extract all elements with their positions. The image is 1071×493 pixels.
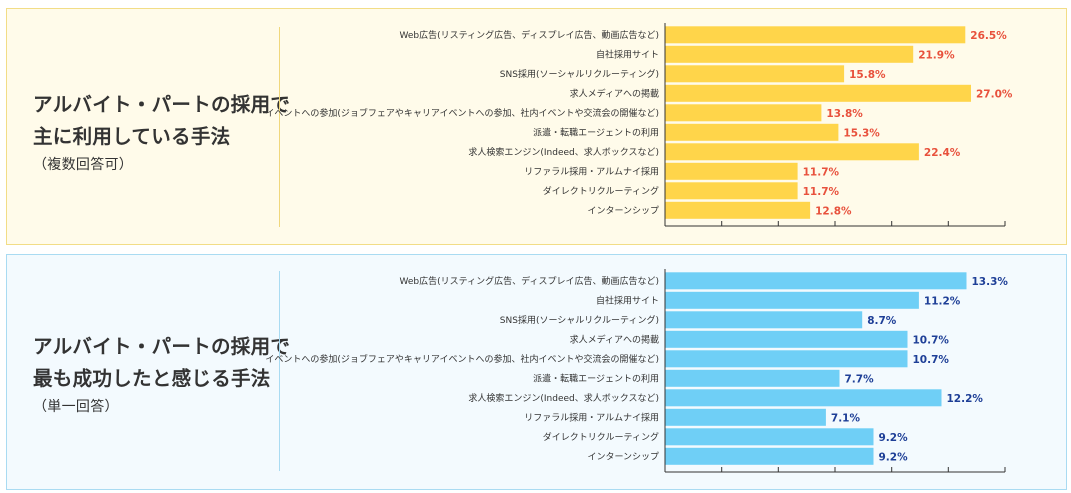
bar bbox=[665, 104, 822, 122]
bar bbox=[665, 447, 874, 465]
bar-chart-most-successful: Web広告(リスティング広告、ディスプレイ広告、動画広告など) 13.3% 自社採用… bbox=[265, 269, 1009, 473]
chart-panel-frequently-used: アルバイト・パートの採用で 主に利用している手法 （複数回答可） Web広告(リ… bbox=[6, 8, 1067, 245]
bar bbox=[665, 26, 966, 44]
data-label: 21.9% bbox=[918, 49, 955, 61]
data-label: 7.1% bbox=[831, 412, 861, 424]
bar bbox=[665, 389, 942, 407]
category-label: 自社採用サイト bbox=[596, 48, 659, 60]
bar bbox=[665, 65, 845, 83]
bar bbox=[665, 143, 919, 161]
category-label: ダイレクトリクルーティング bbox=[543, 185, 659, 197]
bar bbox=[665, 123, 839, 141]
bar bbox=[665, 84, 971, 102]
bar bbox=[665, 272, 967, 290]
data-label: 9.2% bbox=[879, 432, 909, 444]
category-label: 求人メディアへの掲載 bbox=[570, 87, 659, 99]
bar bbox=[665, 428, 874, 446]
category-label: イベントへの参加(ジョブフェアやキャリアイベントへの参加、社内イベントや交流会の… bbox=[265, 353, 659, 365]
bar bbox=[665, 311, 863, 329]
data-label: 10.7% bbox=[913, 354, 950, 366]
bar bbox=[665, 408, 826, 426]
data-label: 11.2% bbox=[924, 295, 961, 307]
category-label: ダイレクトリクルーティング bbox=[543, 431, 659, 443]
category-label: インターンシップ bbox=[587, 451, 659, 462]
category-label: 自社採用サイト bbox=[596, 294, 659, 306]
data-label: 15.8% bbox=[849, 69, 886, 81]
category-label: 求人検索エンジン(Indeed、求人ボックスなど) bbox=[468, 392, 659, 404]
category-label: Web広告(リスティング広告、ディスプレイ広告、動画広告など) bbox=[400, 275, 659, 287]
category-label: 求人検索エンジン(Indeed、求人ボックスなど) bbox=[468, 146, 659, 158]
data-label: 8.7% bbox=[867, 315, 897, 327]
category-label: SNS採用(ソーシャルリクルーティング) bbox=[500, 68, 659, 80]
bar-chart-frequently-used: Web広告(リスティング広告、ディスプレイ広告、動画広告など) 26.5% 自社採用… bbox=[265, 23, 1013, 227]
bar bbox=[665, 330, 908, 348]
data-label: 10.7% bbox=[913, 334, 950, 346]
bar bbox=[665, 162, 798, 180]
data-label: 27.0% bbox=[976, 88, 1013, 100]
data-label: 15.3% bbox=[843, 127, 880, 139]
bar bbox=[665, 291, 919, 309]
data-label: 7.7% bbox=[845, 373, 875, 385]
category-label: リファラル採用・アルムナイ採用 bbox=[524, 165, 659, 177]
category-label: 派遣・転職エージェントの利用 bbox=[533, 126, 659, 138]
bar bbox=[665, 201, 811, 219]
bar bbox=[665, 350, 908, 368]
bar bbox=[665, 45, 914, 63]
data-label: 12.2% bbox=[947, 393, 984, 405]
bar bbox=[665, 182, 798, 200]
data-label: 13.3% bbox=[972, 276, 1009, 288]
data-label: 11.7% bbox=[803, 166, 840, 178]
category-label: リファラル採用・アルムナイ採用 bbox=[524, 411, 659, 423]
data-label: 22.4% bbox=[924, 147, 961, 159]
bar bbox=[665, 369, 840, 387]
data-label: 9.2% bbox=[879, 451, 909, 463]
chart-panel-most-successful: アルバイト・パートの採用で 最も成功したと感じる手法 （単一回答） Web広告(… bbox=[6, 254, 1067, 490]
category-label: イベントへの参加(ジョブフェアやキャリアイベントへの参加、社内イベントや交流会の… bbox=[265, 107, 659, 119]
data-label: 12.8% bbox=[815, 205, 852, 217]
category-label: 求人メディアへの掲載 bbox=[570, 333, 659, 345]
category-label: SNS採用(ソーシャルリクルーティング) bbox=[500, 314, 659, 326]
data-label: 11.7% bbox=[803, 186, 840, 198]
data-label: 13.8% bbox=[826, 108, 863, 120]
category-label: Web広告(リスティング広告、ディスプレイ広告、動画広告など) bbox=[400, 29, 659, 41]
data-label: 26.5% bbox=[970, 30, 1007, 42]
category-label: インターンシップ bbox=[587, 205, 659, 216]
category-label: 派遣・転職エージェントの利用 bbox=[533, 372, 659, 384]
